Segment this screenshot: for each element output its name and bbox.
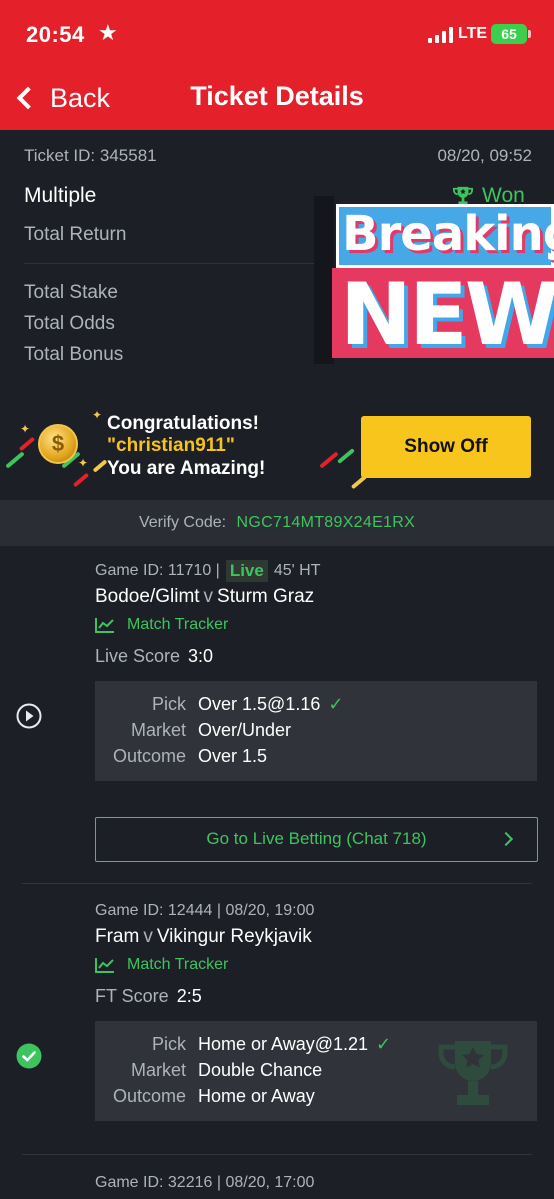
game-id: Game ID: 11710 | xyxy=(95,562,220,579)
outcome-value: Over 1.5 xyxy=(198,746,268,766)
match-tracker-label: Match Tracker xyxy=(127,616,229,633)
pick-value-wrap: Over 1.5@1.16 ✓ xyxy=(198,694,343,715)
ticket-id: Ticket ID: 345581 xyxy=(24,146,157,165)
pick-label: Pick xyxy=(151,694,186,714)
score-value: 2:5 xyxy=(176,986,202,1006)
card-divider xyxy=(22,883,532,884)
app-root: 20:54 ★ LTE 65 Ticket Details Back Ticke… xyxy=(0,0,554,1199)
congrats-message: You are Amazing! xyxy=(107,458,266,479)
check-icon: ✓ xyxy=(376,1034,392,1054)
sparkle-icon: ✦ xyxy=(20,422,31,436)
game-id-row: Game ID: 11710 | Live 45' HT xyxy=(95,560,320,582)
sparkle-icon: ✦ xyxy=(78,456,89,470)
score-label: Live Score xyxy=(95,646,181,666)
trophy-icon xyxy=(438,1041,508,1105)
home-team: Fram xyxy=(95,926,140,947)
game-id-row: Game ID: 32216 | 08/20, 17:00 xyxy=(95,1174,314,1192)
total-stake-label: Total Stake xyxy=(24,282,118,303)
outcome-label: Outcome xyxy=(112,746,186,766)
away-team: Vikingur Reykjavik xyxy=(156,926,312,947)
new-text: NEW xyxy=(340,265,554,365)
card-divider xyxy=(22,1154,532,1155)
market-value: Double Chance xyxy=(198,1060,323,1080)
ticket-datetime: 08/20, 09:52 xyxy=(437,146,532,165)
game-card: Game ID: 32216 | 08/20, 17:00 xyxy=(0,1158,554,1199)
home-team: Bodoe/Glimt xyxy=(95,586,200,607)
pick-label: Pick xyxy=(151,1034,186,1054)
breaking-news-overlay: Breaking NEW xyxy=(312,196,554,368)
match-tracker-label: Match Tracker xyxy=(127,956,229,973)
signal-icon xyxy=(428,27,454,43)
market-value: Over/Under xyxy=(198,720,292,740)
overlay-shadow xyxy=(314,196,334,364)
total-odds-label: Total Odds xyxy=(24,313,115,334)
summary-divider xyxy=(24,263,324,264)
congrats-username: "christian911" xyxy=(107,435,235,456)
star-icon: ★ xyxy=(98,20,118,45)
status-time: 20:54 xyxy=(26,22,85,47)
back-chevron-icon xyxy=(16,86,40,110)
battery-tip xyxy=(528,30,531,38)
check-icon: ✓ xyxy=(328,694,344,714)
market-label: Market xyxy=(130,720,186,740)
pick-details: Pick Home or Away@1.21 ✓ Market Double Ch… xyxy=(95,1021,537,1121)
market-label: Market xyxy=(130,1060,186,1080)
score-value: 3:0 xyxy=(188,646,214,666)
live-score: Live Score 3:0 xyxy=(95,646,213,667)
away-team: Sturm Graz xyxy=(217,586,315,607)
battery-icon: 65 xyxy=(491,24,527,44)
game-card: Game ID: 11710 | Live 45' HT Bodoe/Glimt… xyxy=(0,546,554,884)
congrats-banner: ✦ ✦ ✦ $ Congratulations! "christian911" … xyxy=(0,400,554,498)
nav-bar: Ticket Details Back xyxy=(0,66,554,130)
verify-code-bar: Verify Code: NGC714MT89X24E1RX xyxy=(0,500,554,546)
match-teams: Bodoe/Glimt v Sturm Graz xyxy=(95,586,314,608)
breaking-text: Breaking xyxy=(342,206,554,262)
network-label: LTE xyxy=(458,25,488,42)
match-teams: Fram v Vikingur Reykjavik xyxy=(95,926,312,948)
total-return-label: Total Return xyxy=(24,224,127,245)
verify-code[interactable]: NGC714MT89X24E1RX xyxy=(237,514,416,531)
total-bonus-label: Total Bonus xyxy=(24,344,124,365)
game-id: Game ID: 12444 | 08/20, 19:00 xyxy=(95,902,315,919)
match-tracker-link[interactable]: Match Tracker xyxy=(95,956,228,974)
score-label: FT Score xyxy=(95,986,169,1006)
game-card: Game ID: 12444 | 08/20, 19:00 Fram v Vikin… xyxy=(0,886,554,1156)
play-icon[interactable] xyxy=(16,703,42,729)
vs-label: v xyxy=(203,586,214,607)
back-button[interactable]: Back xyxy=(12,78,110,118)
chart-icon xyxy=(95,958,114,973)
chevron-right-icon xyxy=(498,831,514,847)
verify-label: Verify Code: xyxy=(138,514,227,531)
live-betting-button[interactable]: Go to Live Betting (Chat 718) xyxy=(95,817,538,862)
pick-value-wrap: Home or Away@1.21 ✓ xyxy=(198,1034,391,1055)
game-id: Game ID: 32216 | 08/20, 17:00 xyxy=(95,1174,315,1191)
live-betting-label: Go to Live Betting (Chat 718) xyxy=(206,829,427,848)
show-off-button[interactable]: Show Off xyxy=(361,416,531,478)
status-bar: 20:54 ★ LTE 65 xyxy=(0,0,554,66)
outcome-label: Outcome xyxy=(112,1086,186,1106)
match-tracker-link[interactable]: Match Tracker xyxy=(95,616,228,634)
vs-label: v xyxy=(143,926,153,947)
live-badge: Live xyxy=(225,560,268,582)
check-circle-icon xyxy=(16,1043,42,1069)
pick-value: Home or Away@1.21 xyxy=(198,1034,369,1054)
coin-icon: $ xyxy=(38,424,78,464)
sparkle-icon: ✦ xyxy=(92,408,103,422)
ft-score: FT Score 2:5 xyxy=(95,986,202,1007)
pick-value: Over 1.5@1.16 xyxy=(198,694,321,714)
outcome-value: Home or Away xyxy=(198,1086,315,1106)
pick-details: Pick Over 1.5@1.16 ✓ Market Over/Under Ou… xyxy=(95,681,537,781)
match-time: 45' HT xyxy=(273,562,321,579)
back-label: Back xyxy=(50,82,111,113)
chart-icon xyxy=(95,618,114,633)
ticket-type: Multiple xyxy=(24,184,97,207)
games-list: Game ID: 11710 | Live 45' HT Bodoe/Glimt… xyxy=(0,546,554,1199)
congrats-title: Congratulations! xyxy=(107,413,259,434)
game-id-row: Game ID: 12444 | 08/20, 19:00 xyxy=(95,902,314,920)
